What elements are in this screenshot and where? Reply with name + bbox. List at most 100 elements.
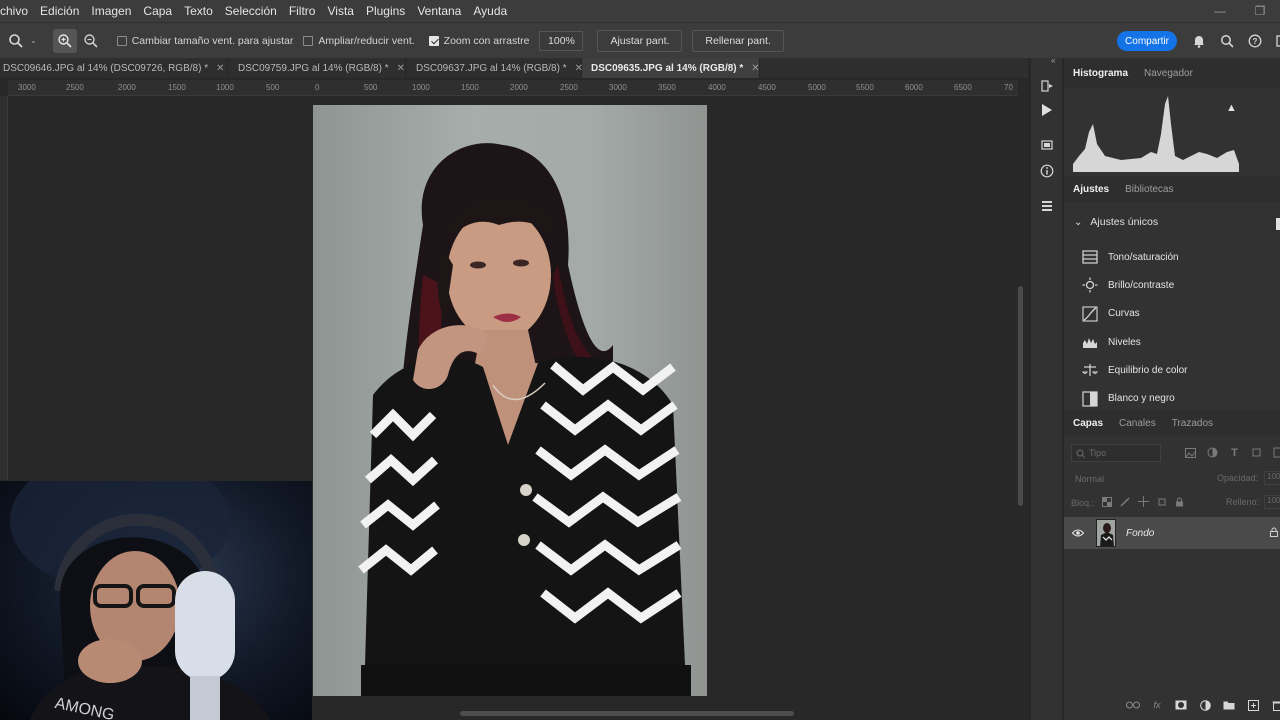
fill-screen-button[interactable]: Rellenar pant. (692, 29, 784, 52)
play-icon[interactable] (1037, 100, 1057, 120)
zoom-tool-icon[interactable] (4, 29, 28, 53)
menu-file[interactable]: chivo (0, 0, 34, 22)
layer-filter-search[interactable]: Tipo (1071, 444, 1161, 462)
ruler-tick: 2500 (560, 83, 578, 92)
collapse-arrows-icon[interactable]: « (1051, 56, 1055, 65)
restore-icon[interactable]: ❐ (1240, 0, 1280, 22)
lock-pixels-icon[interactable] (1120, 496, 1130, 509)
history-icon[interactable] (1037, 76, 1057, 96)
document-tab[interactable]: DSC09637.JPG al 14% (RGB/8) * ✕ (406, 58, 583, 78)
image-filter-icon[interactable] (1184, 446, 1197, 459)
resize-windows-checkbox[interactable]: Cambiar tamaño vent. para ajustar (116, 34, 294, 47)
lock-position-icon[interactable] (1138, 496, 1150, 509)
horizontal-ruler: 3000 2500 2000 1500 1000 500 0 500 1000 … (8, 80, 1018, 96)
swatches-icon[interactable] (1037, 134, 1057, 154)
resize-windows-label: Cambiar tamaño vent. para ajustar (131, 34, 294, 47)
scroll-thumb[interactable] (460, 711, 794, 716)
menu-view[interactable]: Vista (321, 0, 359, 22)
adjustment-curves[interactable]: Curvas (1082, 300, 1188, 328)
new-layer-icon[interactable] (1246, 698, 1260, 712)
adjustment-label: Tono/saturación (1108, 251, 1179, 263)
menu-edit[interactable]: Edición (34, 0, 85, 22)
menu-select[interactable]: Selección (219, 0, 283, 22)
menu-type[interactable]: Texto (178, 0, 219, 22)
layer-name[interactable]: Fondo (1126, 528, 1154, 539)
tab-histogram[interactable]: Histograma (1073, 68, 1128, 79)
trash-icon[interactable] (1270, 698, 1280, 712)
document-tab-active[interactable]: DSC09635.JPG al 14% (RGB/8) * ✕ (582, 58, 760, 78)
fit-screen-button[interactable]: Ajustar pant. (597, 29, 683, 52)
scrubby-zoom-checkbox[interactable]: Zoom con arrastre (428, 35, 529, 47)
link-icon[interactable] (1126, 698, 1140, 712)
workspace-icon[interactable] (1274, 31, 1280, 51)
tab-layers[interactable]: Capas (1073, 418, 1103, 429)
lock-controls: Bloq.: (1071, 496, 1184, 509)
blend-mode-select[interactable]: Normal (1071, 470, 1167, 488)
shape-filter-icon[interactable] (1250, 446, 1263, 459)
type-filter-icon[interactable]: T (1228, 446, 1241, 459)
tab-channels[interactable]: Canales (1119, 418, 1156, 429)
lock-transparency-icon[interactable] (1102, 496, 1113, 509)
visibility-eye-icon[interactable] (1064, 529, 1092, 537)
adjustment-filter-icon[interactable] (1206, 446, 1219, 459)
histogram-graph (1073, 96, 1239, 172)
close-icon[interactable]: ✕ (397, 63, 405, 74)
color-balance-icon (1082, 362, 1098, 378)
adjustment-color-balance[interactable]: Equilibrio de color (1082, 356, 1188, 384)
layer-thumbnail (1096, 519, 1116, 547)
single-adjustments-section[interactable]: ⌄ Ajustes únicos (1074, 216, 1158, 228)
zoom-all-checkbox[interactable]: Ampliar/reducir vent. (303, 35, 415, 47)
close-icon[interactable]: ✕ (216, 63, 224, 74)
document-tab[interactable]: DSC09759.JPG al 14% (RGB/8) * ✕ (228, 58, 406, 78)
zoom-in-icon[interactable] (52, 28, 77, 53)
bell-icon[interactable] (1190, 31, 1208, 51)
vertical-scrollbar[interactable] (1015, 96, 1025, 706)
adjustment-black-white[interactable]: Blanco y negro (1082, 384, 1188, 412)
tab-navigator[interactable]: Navegador (1144, 68, 1193, 79)
lock-artboard-icon[interactable] (1157, 497, 1167, 509)
properties-icon[interactable] (1037, 196, 1057, 216)
warning-icon[interactable]: ▲ (1226, 102, 1237, 114)
checkbox-box[interactable] (303, 35, 314, 46)
document-tab[interactable]: DSC09646.JPG al 14% (DSC09726, RGB/8) * … (0, 58, 228, 78)
group-folder-icon[interactable] (1222, 698, 1236, 712)
help-icon[interactable]: ? (1246, 31, 1264, 51)
new-adjustment-icon[interactable] (1198, 698, 1212, 712)
smart-object-filter-icon[interactable] (1272, 446, 1280, 459)
fx-icon[interactable]: fx (1150, 698, 1164, 712)
menu-image[interactable]: Imagen (85, 0, 137, 22)
menu-filter[interactable]: Filtro (283, 0, 322, 22)
menu-window[interactable]: Ventana (411, 0, 467, 22)
fill-field[interactable]: 100 (1264, 495, 1280, 509)
zoom-percent-field[interactable]: 100% (539, 30, 584, 51)
window-controls: — ❐ (1200, 0, 1280, 22)
layer-row[interactable]: Fondo (1064, 517, 1280, 549)
adjustment-levels[interactable]: Niveles (1082, 328, 1188, 356)
checkbox-box-checked[interactable] (428, 35, 439, 46)
tab-libraries[interactable]: Bibliotecas (1125, 184, 1173, 195)
adjustment-hue-saturation[interactable]: Tono/saturación (1082, 243, 1188, 271)
menu-layer[interactable]: Capa (137, 0, 178, 22)
close-icon[interactable]: ✕ (751, 63, 759, 74)
menu-plugins[interactable]: Plugins (360, 0, 411, 22)
menu-help[interactable]: Ayuda (467, 0, 513, 22)
layers-footer: fx (1126, 698, 1280, 712)
mask-icon[interactable] (1174, 698, 1188, 712)
fill-label: Relleno: (1226, 497, 1260, 507)
zoom-out-icon[interactable] (79, 29, 103, 53)
checkbox-box[interactable] (116, 35, 127, 46)
share-button[interactable]: Compartir (1117, 31, 1177, 51)
adjustment-label: Brillo/contraste (1108, 279, 1175, 291)
lock-all-icon[interactable] (1175, 497, 1184, 509)
tab-adjustments[interactable]: Ajustes (1073, 184, 1109, 195)
chevron-down-icon[interactable]: ⌄ (1074, 217, 1082, 228)
info-icon[interactable] (1037, 161, 1057, 181)
chevron-down-icon[interactable]: ⌄ (30, 36, 37, 45)
document-image[interactable] (313, 105, 707, 696)
scroll-thumb[interactable] (1018, 286, 1023, 506)
opacity-field[interactable]: 100 (1264, 471, 1280, 485)
minimize-icon[interactable]: — (1200, 0, 1240, 22)
search-icon[interactable] (1218, 31, 1236, 51)
tab-paths[interactable]: Trazados (1172, 418, 1213, 429)
adjustment-brightness-contrast[interactable]: Brillo/contraste (1082, 271, 1188, 299)
